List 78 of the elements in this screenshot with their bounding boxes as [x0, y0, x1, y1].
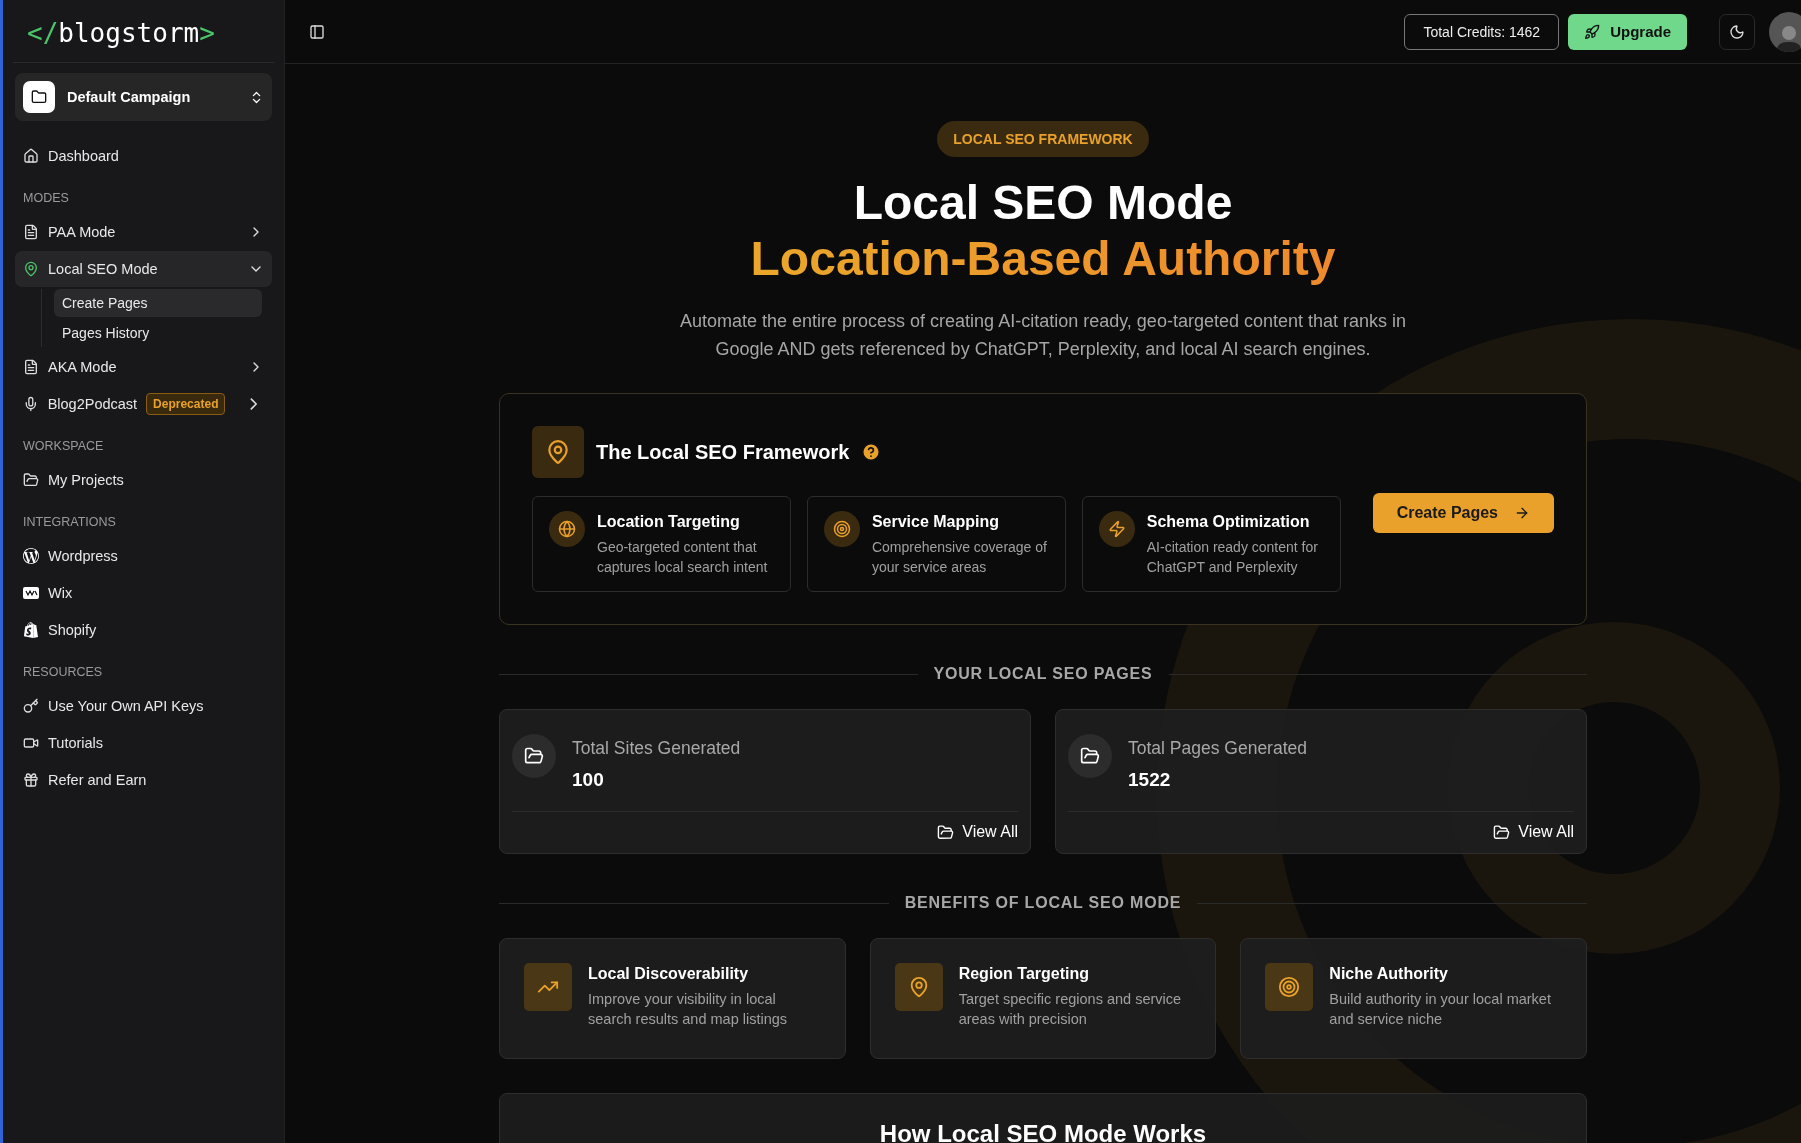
- feature-description: Geo-targeted content that captures local search intent: [597, 538, 769, 577]
- map-pin-icon: [894, 963, 943, 1011]
- gift-icon: [23, 772, 39, 788]
- benefit-title: Local Discoverability: [588, 965, 750, 983]
- card-title: How Local SEO Mode Works: [879, 1120, 1207, 1143]
- upgrade-button[interactable]: Upgrade: [1568, 13, 1687, 50]
- page-title: Local SEO Mode: [853, 175, 1233, 231]
- folder-icon: [23, 81, 55, 113]
- section-heading: MODES: [22, 190, 70, 207]
- nav-item[interactable]: Blog2Podcast Deprecated: [15, 386, 272, 422]
- video-camera-icon: [23, 735, 39, 751]
- deprecated-badge: Deprecated: [146, 393, 226, 415]
- section-badge: LOCAL SEO FRAMEWORK: [937, 121, 1149, 157]
- folder-icon: [937, 823, 955, 841]
- benefit-title: Region Targeting: [958, 965, 1091, 983]
- help-icon[interactable]: [861, 442, 882, 462]
- stat-value: 100: [572, 769, 605, 791]
- map-pin-icon: [532, 426, 584, 478]
- map-pin-icon: [23, 261, 39, 277]
- nav-item[interactable]: Shopify: [15, 612, 272, 648]
- sub-nav-item[interactable]: Create Pages: [54, 289, 262, 317]
- nav-item[interactable]: Wordpress: [15, 538, 272, 574]
- document-icon: [23, 359, 39, 375]
- wordpress-icon: [23, 548, 39, 564]
- section-heading: YOUR LOCAL SEO PAGES: [933, 665, 1153, 683]
- nav-item[interactable]: Tutorials: [15, 725, 272, 761]
- nav-item[interactable]: Refer and Earn: [15, 762, 272, 798]
- card-title: The Local SEO Framework: [596, 440, 850, 464]
- nav-item[interactable]: Wix: [15, 575, 272, 611]
- folder-icon: [1493, 823, 1511, 841]
- lightning-icon: [1098, 511, 1135, 547]
- stat-label: Total Pages Generated: [1128, 738, 1307, 759]
- benefit-description: Build authority in your local market and service niche: [1329, 990, 1552, 1029]
- shopify-icon: [23, 622, 39, 638]
- nav-item[interactable]: AKA Mode: [15, 349, 272, 385]
- folder-icon: [23, 472, 39, 488]
- benefit-title: Niche Authority: [1329, 965, 1449, 983]
- create-pages-button[interactable]: Create Pages: [1372, 493, 1554, 533]
- rocket-icon: [1584, 23, 1601, 40]
- benefit-description: Target specific regions and service areas with precision: [958, 990, 1183, 1029]
- stat-value: 1522: [1128, 769, 1172, 791]
- view-all-link[interactable]: View All: [1493, 812, 1574, 853]
- key-icon: [23, 698, 39, 714]
- target-icon: [823, 511, 860, 547]
- trend-up-icon: [524, 963, 572, 1011]
- target-icon: [1265, 963, 1314, 1011]
- square-logo-icon: [23, 585, 39, 601]
- page-description: Automate the entire process of creating AI-citation ready, geo-targeted content that ranks in Google AND gets referenced by ChatGPT, Perplexity, and local AI search engines.: [678, 310, 1408, 361]
- document-icon: [23, 224, 39, 240]
- credits-indicator: Total Credits: 1462: [1404, 13, 1560, 50]
- globe-icon: [549, 511, 585, 547]
- logo[interactable]: </blogstorm>: [13, 0, 274, 63]
- stat-label: Total Sites Generated: [572, 738, 741, 759]
- feature-title: Schema Optimization: [1146, 513, 1311, 531]
- view-all-link[interactable]: View All: [937, 812, 1018, 853]
- feature-description: AI-citation ready content for ChatGPT and Perplexity: [1146, 538, 1319, 577]
- microphone-icon: [23, 396, 39, 412]
- folder-icon: [1068, 734, 1112, 778]
- theme-toggle-button[interactable]: [1719, 13, 1755, 50]
- nav-item[interactable]: Use Your Own API Keys: [15, 688, 272, 724]
- section-heading: WORKSPACE: [22, 438, 105, 455]
- nav-item[interactable]: Local SEO Mode: [15, 251, 272, 287]
- section-heading: INTEGRATIONS: [22, 514, 117, 531]
- feature-title: Service Mapping: [871, 513, 1001, 531]
- benefit-description: Improve your visibility in local search results and map listings: [588, 990, 789, 1029]
- avatar[interactable]: [1769, 11, 1801, 52]
- feature-description: Comprehensive coverage of your service areas: [871, 538, 1048, 577]
- moon-icon: [1729, 23, 1745, 40]
- section-heading: BENEFITS OF LOCAL SEO MODE: [904, 894, 1182, 912]
- home-icon: [23, 148, 39, 164]
- nav-item[interactable]: PAA Mode: [15, 214, 272, 250]
- sub-nav-item[interactable]: Pages History: [54, 319, 262, 347]
- folder-icon: [512, 734, 556, 778]
- feature-title: Location Targeting: [597, 513, 741, 531]
- nav-item[interactable]: My Projects: [15, 462, 272, 498]
- section-heading: RESOURCES: [22, 664, 104, 681]
- campaign-selector[interactable]: Default Campaign: [15, 73, 272, 121]
- nav-item[interactable]: Dashboard: [15, 138, 272, 174]
